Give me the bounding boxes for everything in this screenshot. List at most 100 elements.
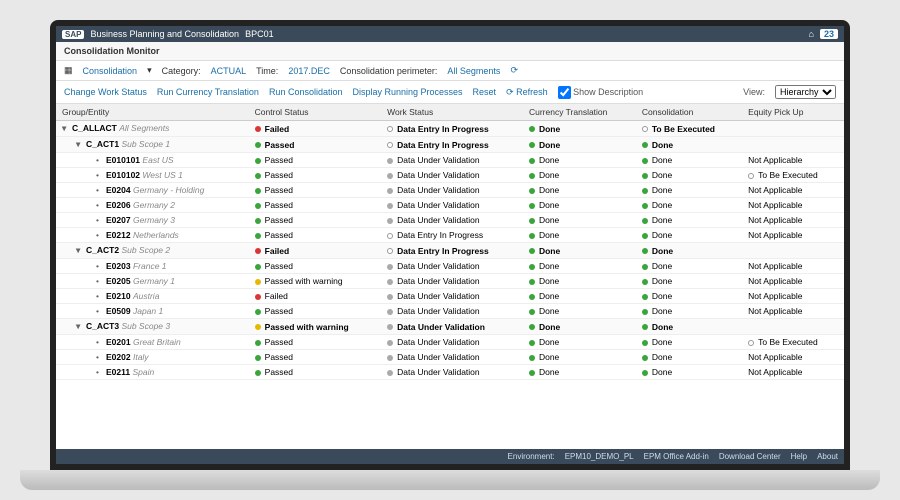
refresh-perimeter-icon[interactable] xyxy=(510,65,518,76)
status-dot-icon xyxy=(529,126,535,132)
notification-badge[interactable]: 23 xyxy=(820,29,838,39)
panel-title: Consolidation Monitor xyxy=(56,42,844,61)
expand-icon[interactable]: ▾ xyxy=(76,245,86,256)
cell-consolidation: Done xyxy=(636,350,742,365)
col-control[interactable]: Control Status xyxy=(249,104,381,121)
reset-button[interactable]: Reset xyxy=(473,87,497,97)
table-row[interactable]: ▾C_ACT2 Sub Scope 2FailedData Entry In P… xyxy=(56,243,844,259)
col-consolidation[interactable]: Consolidation xyxy=(636,104,742,121)
table-header-row: Group/Entity Control Status Work Status … xyxy=(56,104,844,121)
cell-control: Passed xyxy=(249,365,381,380)
table-row[interactable]: ▾C_ACT3 Sub Scope 3Passed with warningDa… xyxy=(56,319,844,335)
cell-consolidation: Done xyxy=(636,365,742,380)
table-row[interactable]: •E0204 Germany - HoldingPassedData Under… xyxy=(56,183,844,198)
cell-work: Data Under Validation xyxy=(381,153,523,168)
status-dot-icon xyxy=(642,279,648,285)
cell-consolidation: Done xyxy=(636,319,742,335)
table-wrap[interactable]: Group/Entity Control Status Work Status … xyxy=(56,104,844,449)
cell-consolidation: Done xyxy=(636,228,742,243)
table-row[interactable]: •E0201 Great BritainPassedData Under Val… xyxy=(56,335,844,350)
cell-equity: Not Applicable xyxy=(742,228,844,243)
cell-currency: Done xyxy=(523,137,636,153)
table-row[interactable]: •E0207 Germany 3PassedData Under Validat… xyxy=(56,213,844,228)
category-value[interactable]: ACTUAL xyxy=(211,66,247,76)
run-currency-button[interactable]: Run Currency Translation xyxy=(157,87,259,97)
leaf-bullet-icon: • xyxy=(96,261,106,271)
cell-currency: Done xyxy=(523,365,636,380)
cell-entity: •E0201 Great Britain xyxy=(56,335,249,350)
table-row[interactable]: •E010102 West US 1PassedData Under Valid… xyxy=(56,168,844,183)
view-select[interactable]: Hierarchy xyxy=(775,85,836,99)
show-description-checkbox[interactable]: Show Description xyxy=(558,86,644,99)
view-label: View: xyxy=(743,87,765,97)
status-dot-icon xyxy=(748,173,754,179)
col-equity[interactable]: Equity Pick Up xyxy=(742,104,844,121)
expand-icon[interactable]: ▾ xyxy=(62,123,72,134)
leaf-bullet-icon: • xyxy=(96,200,106,210)
cell-equity xyxy=(742,121,844,137)
footer-about-link[interactable]: About xyxy=(817,452,838,461)
cell-entity: •E0204 Germany - Holding xyxy=(56,183,249,198)
run-consolidation-button[interactable]: Run Consolidation xyxy=(269,87,343,97)
leaf-bullet-icon: • xyxy=(96,367,106,377)
cell-currency: Done xyxy=(523,198,636,213)
leaf-bullet-icon: • xyxy=(96,291,106,301)
table-row[interactable]: •E0206 Germany 2PassedData Under Validat… xyxy=(56,198,844,213)
cell-equity xyxy=(742,137,844,153)
time-value[interactable]: 2017.DEC xyxy=(288,66,330,76)
refresh-button[interactable]: ⟳ Refresh xyxy=(506,87,548,98)
status-dot-icon xyxy=(529,173,535,179)
app-screen: SAP Business Planning and Consolidation … xyxy=(56,26,844,464)
table-row[interactable]: •E0211 SpainPassedData Under ValidationD… xyxy=(56,365,844,380)
table-row[interactable]: •E010101 East USPassedData Under Validat… xyxy=(56,153,844,168)
status-dot-icon xyxy=(255,248,261,254)
col-currency[interactable]: Currency Translation xyxy=(523,104,636,121)
status-dot-icon xyxy=(529,218,535,224)
cell-work: Data Under Validation xyxy=(381,168,523,183)
footer-addin-link[interactable]: EPM Office Add-in xyxy=(644,452,709,461)
cell-work: Data Under Validation xyxy=(381,350,523,365)
chevron-down-icon[interactable]: ▾ xyxy=(147,65,152,76)
expand-icon[interactable]: ▾ xyxy=(76,139,86,150)
table-row[interactable]: •E0212 NetherlandsPassedData Entry In Pr… xyxy=(56,228,844,243)
table-row[interactable]: •E0210 AustriaFailedData Under Validatio… xyxy=(56,289,844,304)
status-dot-icon xyxy=(529,142,535,148)
status-dot-icon xyxy=(255,203,261,209)
change-work-status-button[interactable]: Change Work Status xyxy=(64,87,147,97)
status-dot-icon xyxy=(642,324,648,330)
status-dot-icon xyxy=(642,355,648,361)
filter-bar: ▦ Consolidation ▾ Category: ACTUAL Time:… xyxy=(56,61,844,81)
cell-equity: Not Applicable xyxy=(742,213,844,228)
table-row[interactable]: •E0205 Germany 1Passed with warningData … xyxy=(56,274,844,289)
table-row[interactable]: ▾C_ACT1 Sub Scope 1PassedData Entry In P… xyxy=(56,137,844,153)
perimeter-value[interactable]: All Segments xyxy=(447,66,500,76)
table-row[interactable]: •E0509 Japan 1PassedData Under Validatio… xyxy=(56,304,844,319)
display-running-button[interactable]: Display Running Processes xyxy=(352,87,462,97)
cell-currency: Done xyxy=(523,259,636,274)
status-dot-icon xyxy=(642,309,648,315)
col-group[interactable]: Group/Entity xyxy=(56,104,249,121)
consolidation-dropdown-icon[interactable]: ▦ xyxy=(64,65,73,76)
consolidation-dropdown[interactable]: Consolidation xyxy=(83,66,138,76)
status-dot-icon xyxy=(642,264,648,270)
cell-entity: •E0207 Germany 3 xyxy=(56,213,249,228)
status-dot-icon xyxy=(387,264,393,270)
expand-icon[interactable]: ▾ xyxy=(76,321,86,332)
table-row[interactable]: •E0202 ItalyPassedData Under ValidationD… xyxy=(56,350,844,365)
table-row[interactable]: •E0203 France 1PassedData Under Validati… xyxy=(56,259,844,274)
status-dot-icon xyxy=(642,173,648,179)
laptop-base xyxy=(20,470,880,490)
cell-consolidation: Done xyxy=(636,168,742,183)
time-label: Time: xyxy=(256,66,278,76)
status-dot-icon xyxy=(387,218,393,224)
home-icon[interactable]: ⌂ xyxy=(809,29,814,39)
status-dot-icon xyxy=(642,294,648,300)
table-row[interactable]: ▾C_ALLACT All SegmentsFailedData Entry I… xyxy=(56,121,844,137)
cell-consolidation: Done xyxy=(636,304,742,319)
status-dot-icon xyxy=(529,203,535,209)
cell-work: Data Under Validation xyxy=(381,335,523,350)
col-work[interactable]: Work Status xyxy=(381,104,523,121)
footer-download-link[interactable]: Download Center xyxy=(719,452,781,461)
footer-help-link[interactable]: Help xyxy=(791,452,807,461)
consolidation-table: Group/Entity Control Status Work Status … xyxy=(56,104,844,380)
